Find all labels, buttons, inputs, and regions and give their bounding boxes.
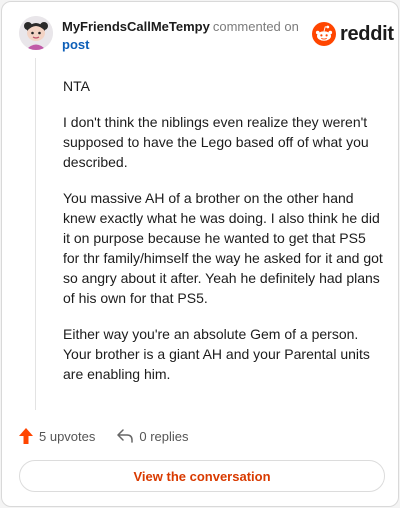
comment-card: MyFriendsCallMeTempy commented on post re… xyxy=(1,1,399,507)
view-conversation-button[interactable]: View the conversation xyxy=(19,460,385,492)
comment-header: MyFriendsCallMeTempy commented on post xyxy=(62,18,302,54)
post-link[interactable]: post xyxy=(62,36,302,54)
upvotes-count: 5 upvotes xyxy=(39,428,96,444)
replies-count: 0 replies xyxy=(139,428,189,444)
username[interactable]: MyFriendsCallMeTempy xyxy=(62,19,210,34)
upvote-arrow-icon xyxy=(19,428,33,444)
comment-paragraph: I don't think the niblings even realize … xyxy=(63,114,369,170)
comment-body: NTA I don't think the niblings even real… xyxy=(63,76,383,400)
reddit-icon xyxy=(312,22,336,46)
replies-button[interactable]: 0 replies xyxy=(117,428,189,444)
thread-line xyxy=(35,58,36,410)
comment-paragraph: Either way you're an absolute Gem of a p… xyxy=(63,326,370,382)
comment-paragraph: NTA xyxy=(63,78,90,94)
comment-paragraph: You massive AH of a brother on the other… xyxy=(63,190,383,306)
avatar[interactable] xyxy=(19,16,53,50)
upvote-button[interactable]: 5 upvotes xyxy=(19,428,95,444)
reddit-wordmark: reddit xyxy=(340,22,394,45)
commented-on-label: commented on xyxy=(212,19,299,34)
reddit-logo[interactable]: reddit xyxy=(312,22,394,46)
comment-actions: 5 upvotes 0 replies xyxy=(19,426,211,446)
reply-icon xyxy=(117,429,134,443)
